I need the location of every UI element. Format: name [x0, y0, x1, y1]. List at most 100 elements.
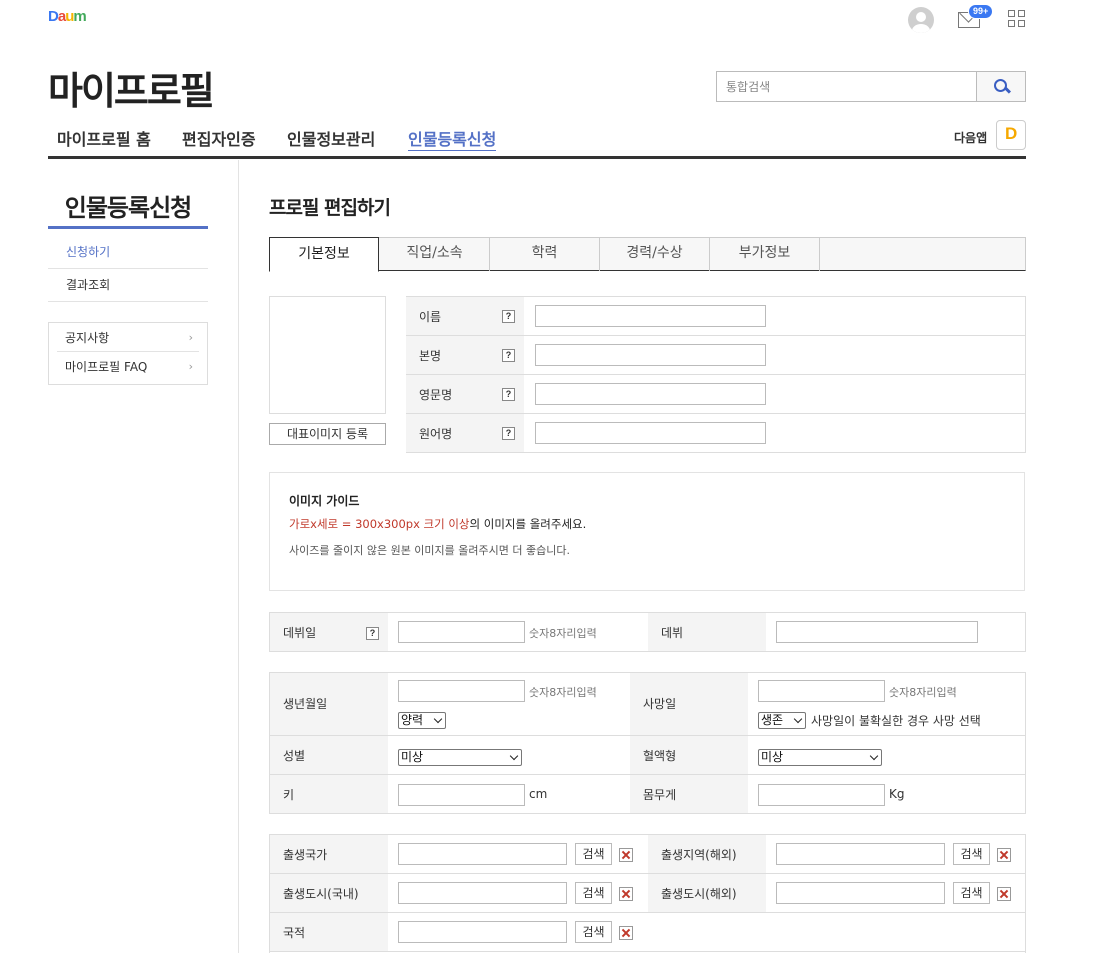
personal-info-table: 생년월일 숫자8자리입력 양력 사망일 숫자8자리입력 생존 사망일이 불확실한… [269, 672, 1026, 814]
sidebar-item-results[interactable]: 결과조회 [48, 269, 208, 302]
birthplace-table: 출생국가 검색 출생지역(해외) 검색 출생도시(국내) 검색 출생도시(해외)… [269, 834, 1026, 953]
name-row: 이름 ? [406, 297, 1026, 336]
original-name-input[interactable] [535, 422, 766, 444]
blood-type-label: 혈액형 [630, 736, 748, 774]
chevron-right-icon: › [188, 360, 193, 373]
name-row: 원어명 ? [406, 414, 1026, 453]
name-row: 본명 ? [406, 336, 1026, 375]
profile-image-preview [269, 296, 386, 414]
name-input[interactable] [535, 305, 766, 327]
birth-city-domestic-search-button[interactable]: 검색 [575, 882, 612, 904]
debut-label: 데뷔 [648, 613, 766, 651]
nationality-row: 국적 검색 [270, 913, 1025, 952]
blood-type-select[interactable]: 미상 [758, 749, 882, 766]
top-utility-icons: 99+ [906, 4, 1028, 34]
weight-unit: Kg [889, 787, 905, 801]
birth-death-row: 생년월일 숫자8자리입력 양력 사망일 숫자8자리입력 생존 사망일이 불확실한… [270, 673, 1025, 736]
birth-region-abroad-label: 출생지역(해외) [648, 835, 766, 873]
birth-region-abroad-input[interactable] [776, 843, 945, 865]
register-image-button[interactable]: 대표이미지 등록 [269, 423, 386, 445]
tab-career[interactable]: 경력/수상 [600, 237, 710, 271]
birth-city-domestic-input[interactable] [398, 882, 567, 904]
clear-icon[interactable] [619, 848, 633, 862]
guide-size-rule: 가로x세로 = 300x300px 크기 이상의 이미지를 올려주세요. [289, 517, 587, 531]
tab-basic-info[interactable]: 기본정보 [269, 237, 379, 272]
birth-city-abroad-search-button[interactable]: 검색 [953, 882, 990, 904]
birth-country-label: 출생국가 [270, 835, 388, 873]
search-box [716, 71, 1026, 102]
birthplace-row: 출생국가 검색 출생지역(해외) 검색 [270, 835, 1025, 874]
help-icon[interactable]: ? [366, 627, 379, 640]
name-row: 영문명 ? [406, 375, 1026, 414]
clear-icon[interactable] [997, 848, 1011, 862]
help-icon[interactable]: ? [502, 427, 515, 440]
gnb-myprofile-home[interactable]: 마이프로필 홈 [57, 126, 151, 150]
birth-country-input[interactable] [398, 843, 567, 865]
global-nav: 마이프로필 홈 편집자인증 인물정보관리 인물등록신청 다음앱 D [48, 118, 1026, 159]
debut-row: 데뷔일 ? 숫자8자리입력 데뷔 [270, 613, 1025, 652]
alive-status-select[interactable]: 생존 [758, 712, 806, 729]
height-input[interactable] [398, 784, 525, 806]
tab-extra-info[interactable]: 부가정보 [710, 237, 820, 271]
daum-logo[interactable]: Daum [48, 8, 87, 25]
mail-count-badge: 99+ [968, 4, 994, 19]
nationality-input[interactable] [398, 921, 567, 943]
birth-city-abroad-input[interactable] [776, 882, 945, 904]
help-icon[interactable]: ? [502, 388, 515, 401]
gnb-person-info-manage[interactable]: 인물정보관리 [287, 126, 375, 150]
daum-app-icon: D [996, 120, 1026, 150]
weight-input[interactable] [758, 784, 885, 806]
guide-tip: 사이즈를 줄이지 않은 원본 이미지를 올려주시면 더 좋습니다. [289, 544, 570, 557]
birthplace-row: 출생도시(국내) 검색 출생도시(해외) 검색 [270, 874, 1025, 913]
sidebar-title: 인물등록신청 [48, 188, 208, 229]
debut-table: 데뷔일 ? 숫자8자리입력 데뷔 [269, 612, 1026, 652]
chevron-right-icon: › [188, 331, 193, 344]
avatar-icon[interactable] [908, 7, 934, 33]
height-unit: cm [529, 787, 548, 801]
help-icon[interactable]: ? [502, 310, 515, 323]
section-title: 프로필 편집하기 [269, 197, 391, 219]
death-label: 사망일 [630, 673, 748, 735]
birth-region-abroad-search-button[interactable]: 검색 [953, 843, 990, 865]
sidebar-link-notice[interactable]: 공지사항 › [57, 324, 199, 352]
name-table: 이름 ? 본명 ? 영문명 ? 원어명 ? [406, 296, 1026, 453]
birth-date-input[interactable] [398, 680, 525, 702]
nationality-search-button[interactable]: 검색 [575, 921, 612, 943]
birth-date-hint: 숫자8자리입력 [529, 686, 597, 699]
guide-title: 이미지 가이드 [289, 494, 360, 508]
birth-city-abroad-label: 출생도시(해외) [648, 874, 766, 912]
search-input[interactable] [717, 72, 977, 101]
tab-job[interactable]: 직업/소속 [380, 237, 490, 271]
height-label: 키 [270, 775, 388, 813]
height-weight-row: 키 cm 몸무게 Kg [270, 775, 1025, 814]
app-grid-icon[interactable] [1008, 10, 1026, 28]
gender-blood-row: 성별 미상 혈액형 미상 [270, 736, 1025, 775]
gender-label: 성별 [270, 736, 388, 774]
clear-icon[interactable] [619, 887, 633, 901]
debut-date-input[interactable] [398, 621, 525, 643]
birth-country-search-button[interactable]: 검색 [575, 843, 612, 865]
profile-tabs: 기본정보 직업/소속 학력 경력/수상 부가정보 [269, 237, 1026, 272]
birth-label: 생년월일 [270, 673, 388, 735]
english-name-input[interactable] [535, 383, 766, 405]
tab-education[interactable]: 학력 [490, 237, 600, 271]
search-button[interactable] [976, 72, 1025, 101]
page-title: 마이프로필 [48, 69, 215, 113]
real-name-input[interactable] [535, 344, 766, 366]
daum-app-label: 다음앱 [954, 131, 988, 145]
clear-icon[interactable] [997, 887, 1011, 901]
calendar-type-select[interactable]: 양력 [398, 712, 446, 729]
sidebar-link-faq[interactable]: 마이프로필 FAQ › [57, 353, 199, 381]
gnb-person-registration[interactable]: 인물등록신청 [408, 126, 497, 151]
clear-icon[interactable] [619, 926, 633, 940]
death-date-input[interactable] [758, 680, 885, 702]
image-guide: 이미지 가이드 가로x세로 = 300x300px 크기 이상의 이미지를 올려… [269, 472, 1025, 591]
debut-date-hint: 숫자8자리입력 [529, 627, 597, 640]
gnb-editor-auth[interactable]: 편집자인증 [182, 126, 256, 150]
death-date-hint: 숫자8자리입력 [889, 686, 957, 699]
debut-input[interactable] [776, 621, 978, 643]
sidebar-links-box: 공지사항 › 마이프로필 FAQ › [48, 322, 208, 385]
gender-select[interactable]: 미상 [398, 749, 522, 766]
help-icon[interactable]: ? [502, 349, 515, 362]
sidebar-item-apply[interactable]: 신청하기 [48, 236, 208, 269]
